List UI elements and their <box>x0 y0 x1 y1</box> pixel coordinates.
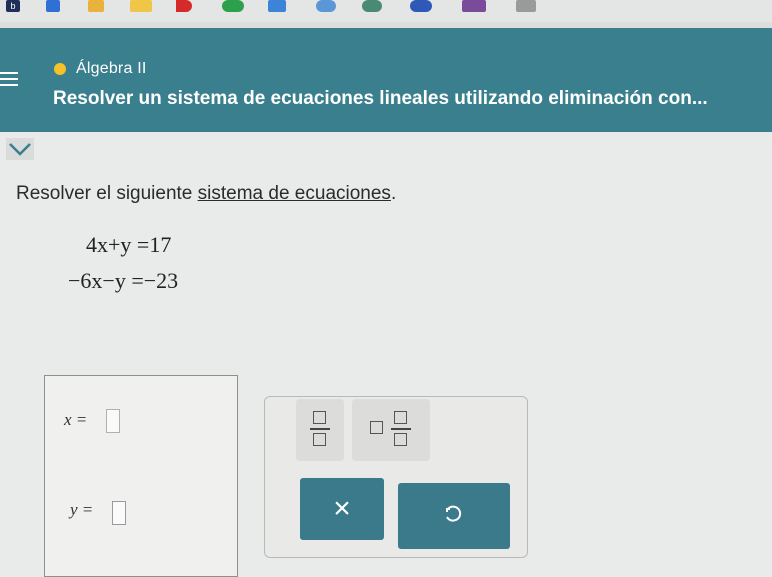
x-input[interactable] <box>106 409 120 433</box>
topic-title: Resolver un sistema de ecuaciones lineal… <box>53 88 708 109</box>
bookmark-12[interactable] <box>516 0 536 12</box>
course-name: Álgebra II <box>76 60 147 77</box>
fraction-button[interactable] <box>296 399 344 461</box>
mixed-number-button[interactable] <box>352 399 430 461</box>
collapse-chevron-icon[interactable] <box>6 138 34 160</box>
bookmark-8[interactable] <box>316 0 336 12</box>
mixed-number-icon <box>352 399 430 461</box>
menu-icon[interactable] <box>0 68 22 90</box>
problem-prompt: Resolver el siguiente sistema de ecuacio… <box>16 183 396 205</box>
equation-1: 4x+y =17 <box>86 232 172 257</box>
bookmark-1[interactable]: b <box>6 0 20 12</box>
bookmark-9[interactable] <box>362 0 382 12</box>
bookmark-2[interactable] <box>46 0 60 12</box>
topic-header: Álgebra II Resolver un sistema de ecuaci… <box>0 28 772 132</box>
bookmark-5[interactable] <box>176 0 192 12</box>
undo-icon <box>446 505 462 522</box>
y-label: y = <box>70 500 94 519</box>
answer-box <box>44 375 238 577</box>
bookmark-11[interactable] <box>462 0 486 12</box>
equation-2: −6x−y =−23 <box>68 268 179 293</box>
bookmark-7[interactable] <box>268 0 286 12</box>
prompt-period: . <box>390 183 397 204</box>
clear-icon: × <box>333 492 351 525</box>
x-label: x = <box>64 410 88 429</box>
course-status-dot <box>54 63 66 75</box>
system-of-equations-link[interactable]: sistema de ecuaciones <box>198 183 391 204</box>
bookmarks-bar: b <box>0 0 772 28</box>
prompt-text: Resolver el siguiente <box>16 183 198 204</box>
bookmark-6[interactable] <box>222 0 244 12</box>
clear-button[interactable]: × <box>300 478 384 540</box>
bookmark-4[interactable] <box>130 0 152 12</box>
y-input[interactable] <box>112 501 126 525</box>
bookmark-3[interactable] <box>88 0 104 12</box>
bookmark-10[interactable] <box>410 0 432 12</box>
fraction-icon <box>296 399 344 461</box>
undo-button[interactable] <box>398 483 510 549</box>
